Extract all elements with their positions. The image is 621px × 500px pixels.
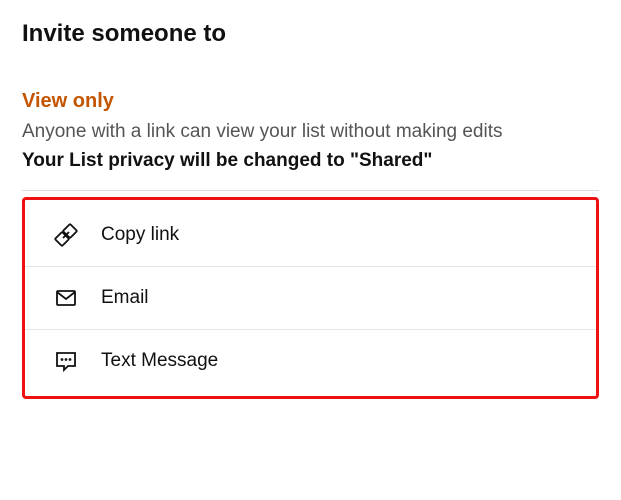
divider	[22, 190, 599, 191]
link-icon	[53, 222, 79, 248]
message-icon	[53, 348, 79, 374]
option-email[interactable]: Email	[25, 266, 596, 329]
email-icon	[53, 285, 79, 311]
option-copy-link[interactable]: Copy link	[25, 204, 596, 266]
permission-description: Anyone with a link can view your list wi…	[22, 119, 599, 146]
page-title: Invite someone to	[22, 20, 599, 48]
option-label: Text Message	[101, 350, 218, 372]
option-text-message[interactable]: Text Message	[25, 329, 596, 392]
permission-level-heading: View only	[22, 90, 599, 113]
option-label: Copy link	[101, 224, 179, 246]
privacy-change-notice: Your List privacy will be changed to "Sh…	[22, 150, 599, 172]
option-label: Email	[101, 287, 149, 309]
share-options-panel: Copy link Email Text Message	[22, 197, 599, 399]
